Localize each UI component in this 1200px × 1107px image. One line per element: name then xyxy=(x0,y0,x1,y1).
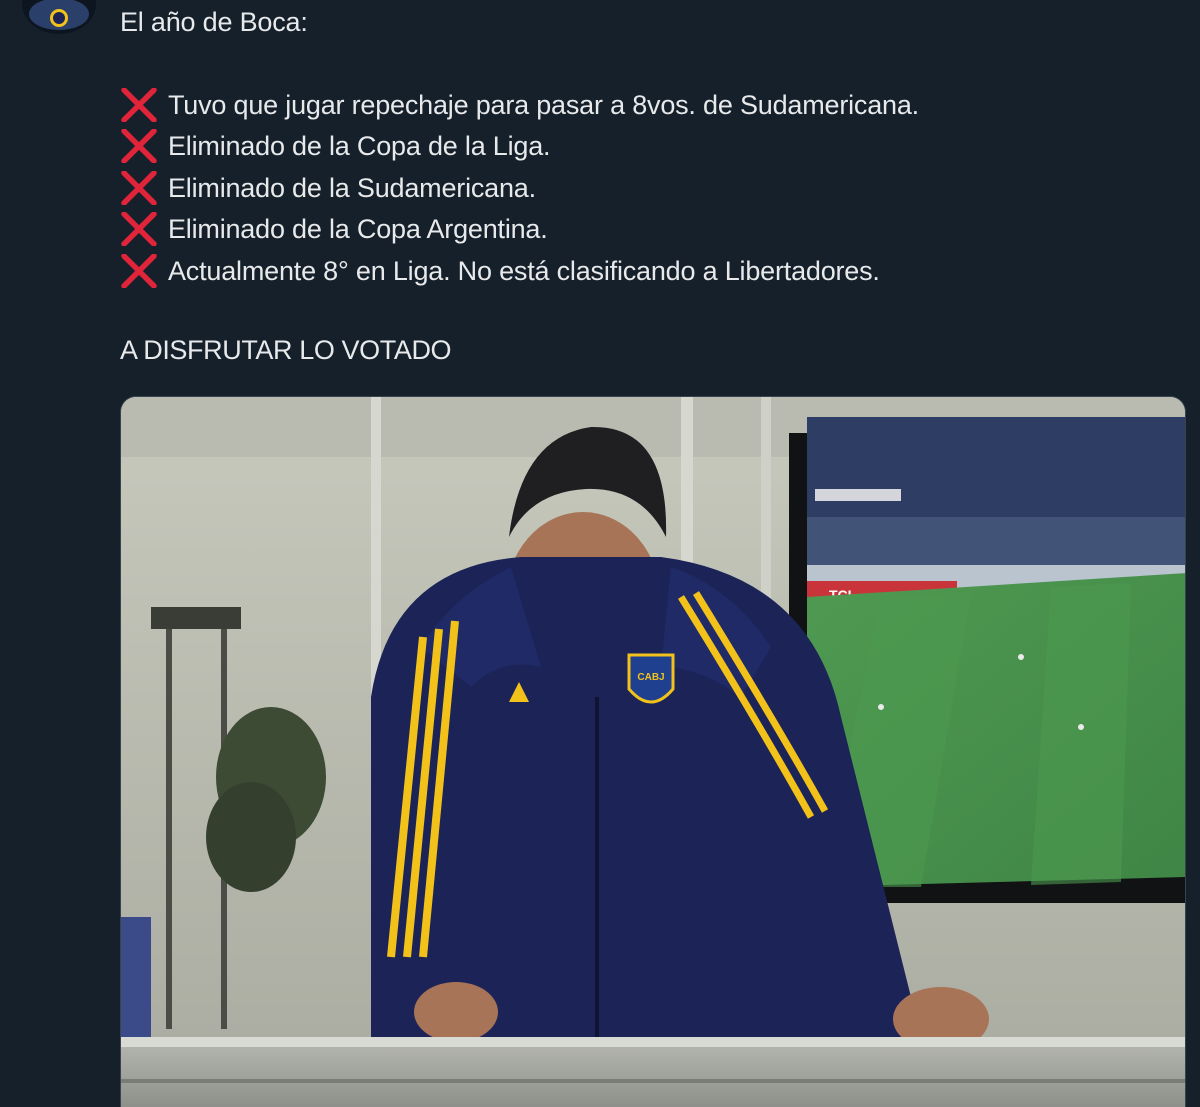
list-item: Eliminado de la Copa de la Liga. xyxy=(120,126,919,168)
tweet-closing-line: A DISFRUTAR LO VOTADO xyxy=(120,335,452,365)
cross-mark-icon xyxy=(121,170,157,205)
cross-mark-icon xyxy=(121,87,157,122)
list-item: Actualmente 8° en Liga. No está clasific… xyxy=(120,250,919,292)
avatar[interactable] xyxy=(22,0,96,34)
cross-mark-icon xyxy=(121,129,157,164)
list-item: Eliminado de la Copa Argentina. xyxy=(120,209,919,251)
list-item: Tuvo que jugar repechaje para pasar a 8v… xyxy=(120,84,919,126)
badge-letters: CABJ xyxy=(637,672,664,683)
list-item: Eliminado de la Sudamericana. xyxy=(120,167,919,209)
list-item-text: Eliminado de la Sudamericana. xyxy=(168,172,536,203)
list-item-text: Eliminado de la Copa Argentina. xyxy=(168,214,548,245)
list-item-text: Eliminado de la Copa de la Liga. xyxy=(168,131,551,162)
avatar-image xyxy=(22,0,96,34)
tweet-media-photo[interactable]: TCL xyxy=(120,396,1186,1107)
list-item-text: Actualmente 8° en Liga. No está clasific… xyxy=(168,255,880,286)
photo-illustration: TCL xyxy=(121,397,1185,1107)
tweet-screen: El año de Boca: Tuvo que jugar repechaje… xyxy=(0,0,1200,1107)
tweet-list: Tuvo que jugar repechaje para pasar a 8v… xyxy=(120,84,919,292)
tweet-headline: El año de Boca: xyxy=(120,7,308,37)
cross-mark-icon xyxy=(121,253,157,288)
list-item-text: Tuvo que jugar repechaje para pasar a 8v… xyxy=(168,89,919,120)
cross-mark-icon xyxy=(121,212,157,247)
